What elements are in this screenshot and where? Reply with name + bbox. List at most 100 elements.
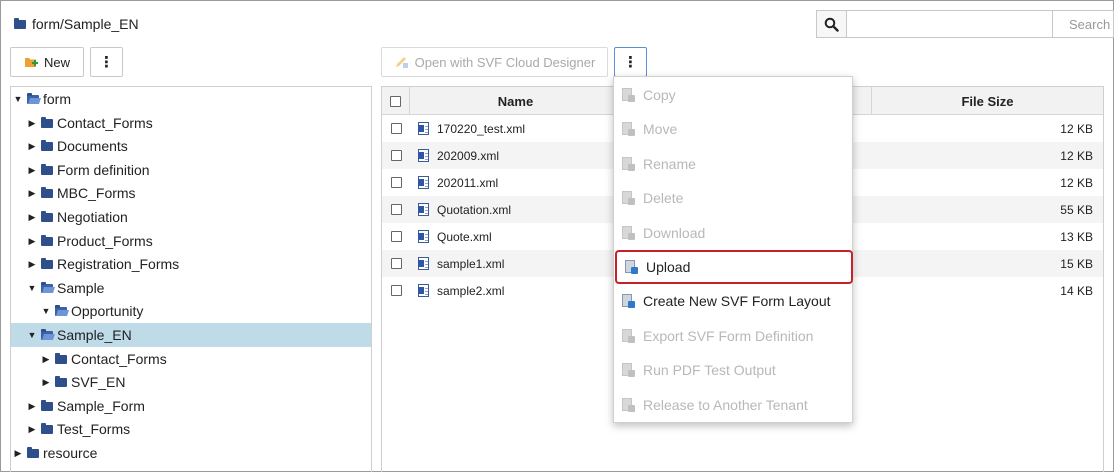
tree-item[interactable]: ▶ Sample_Form bbox=[11, 394, 371, 418]
tree-item[interactable]: ▶ Registration_Forms bbox=[11, 252, 371, 276]
collapsed-arrow-icon[interactable]: ▶ bbox=[13, 448, 23, 459]
file-name[interactable]: Quotation.xml bbox=[437, 203, 511, 217]
open-with-designer-button[interactable]: Open with SVF Cloud Designer bbox=[381, 47, 608, 77]
tree-item[interactable]: ▶ MBC_Forms bbox=[11, 181, 371, 205]
row-checkbox[interactable] bbox=[390, 258, 402, 269]
tree-item[interactable]: ▶ Documents bbox=[11, 134, 371, 158]
menu-item-label: Copy bbox=[643, 87, 676, 103]
search-submit-button[interactable]: Search bbox=[1052, 10, 1114, 38]
collapsed-arrow-icon[interactable]: ▶ bbox=[27, 165, 37, 176]
tree-item[interactable]: ▼ Opportunity bbox=[11, 299, 371, 323]
select-all-checkbox[interactable] bbox=[390, 95, 401, 107]
tree-item[interactable]: ▶ Contact_Forms bbox=[11, 347, 371, 371]
file-name[interactable]: sample2.xml bbox=[437, 284, 504, 298]
tree-item[interactable]: ▶ Contact_Forms bbox=[11, 111, 371, 135]
icon-overlay bbox=[628, 335, 635, 343]
file-name[interactable]: 202009.xml bbox=[437, 149, 499, 163]
row-checkbox[interactable] bbox=[390, 123, 402, 134]
menu-item-create-new-svf-form-layout[interactable]: Create New SVF Form Layout bbox=[614, 284, 852, 318]
icon-overlay bbox=[628, 129, 635, 137]
row-checkbox[interactable] bbox=[390, 150, 402, 161]
collapsed-arrow-icon[interactable]: ▶ bbox=[41, 354, 51, 365]
menu-item-release-to-another-tenant[interactable]: Release to Another Tenant bbox=[614, 388, 852, 422]
row-checkbox[interactable] bbox=[390, 285, 402, 296]
upload-icon bbox=[624, 260, 638, 274]
tree-item[interactable]: ▼ Sample_EN bbox=[11, 323, 371, 347]
collapsed-arrow-icon[interactable]: ▶ bbox=[27, 259, 37, 270]
icon-overlay bbox=[628, 198, 635, 206]
menu-item-export-svf-form-definition[interactable]: Export SVF Form Definition bbox=[614, 319, 852, 353]
new-folder-icon bbox=[24, 58, 38, 67]
collapsed-arrow-icon[interactable]: ▶ bbox=[27, 212, 37, 223]
folder-icon bbox=[41, 164, 53, 175]
file-name-cell: 170220_test.xml bbox=[418, 115, 525, 142]
folder-icon bbox=[14, 18, 26, 29]
menu-item-label: Release to Another Tenant bbox=[643, 396, 808, 413]
file-name[interactable]: Quote.xml bbox=[437, 230, 492, 244]
menu-item-run-pdf-test-output[interactable]: Run PDF Test Output bbox=[614, 353, 852, 387]
collapsed-arrow-icon[interactable]: ▶ bbox=[27, 401, 37, 412]
collapsed-arrow-icon[interactable]: ▶ bbox=[27, 188, 37, 199]
tree-item-label: Sample bbox=[57, 280, 105, 296]
icon-overlay bbox=[628, 301, 635, 309]
collapsed-arrow-icon[interactable]: ▶ bbox=[41, 377, 51, 388]
collapsed-arrow-icon[interactable]: ▶ bbox=[27, 236, 37, 247]
file-name[interactable]: 170220_test.xml bbox=[437, 122, 525, 136]
folder-icon bbox=[41, 258, 53, 269]
row-checkbox[interactable] bbox=[390, 231, 402, 242]
collapsed-arrow-icon[interactable]: ▶ bbox=[27, 118, 37, 129]
icon-overlay bbox=[628, 404, 635, 412]
expanded-arrow-icon[interactable]: ▼ bbox=[27, 330, 37, 340]
menu-item-rename[interactable]: Rename bbox=[614, 147, 852, 181]
menu-item-label: Export SVF Form Definition bbox=[643, 327, 814, 344]
more-vertical-icon: ⋮ bbox=[623, 53, 638, 71]
breadcrumb: form/Sample_EN bbox=[14, 16, 139, 32]
xml-file-icon bbox=[418, 284, 429, 297]
xml-file-icon bbox=[418, 203, 429, 216]
row-checkbox[interactable] bbox=[390, 204, 402, 215]
tree-item-label: Opportunity bbox=[71, 303, 144, 319]
icon-overlay bbox=[628, 95, 635, 102]
column-header-file-size[interactable]: File Size bbox=[872, 87, 1103, 115]
tree-item[interactable]: ▼ Sample bbox=[11, 276, 371, 300]
tree-item[interactable]: ▼ form bbox=[11, 87, 371, 111]
menu-item-upload[interactable]: Upload bbox=[615, 250, 853, 284]
tree-item-label: Contact_Forms bbox=[57, 115, 153, 131]
file-name[interactable]: 202011.xml bbox=[437, 176, 498, 190]
tree-item-label: form bbox=[43, 91, 71, 107]
expanded-arrow-icon[interactable]: ▼ bbox=[13, 94, 23, 104]
row-check-cell bbox=[382, 250, 410, 277]
menu-item-download[interactable]: Download bbox=[614, 216, 852, 250]
search-input[interactable] bbox=[846, 10, 1053, 38]
folder-icon bbox=[55, 353, 67, 364]
icon-overlay bbox=[628, 232, 635, 240]
tree-item-label: Form definition bbox=[57, 162, 150, 178]
file-name-cell: Quotation.xml bbox=[418, 196, 511, 223]
tree-more-button[interactable]: ⋮ bbox=[90, 47, 123, 77]
tree-item[interactable]: ▶ Negotiation bbox=[11, 205, 371, 229]
xml-file-icon bbox=[418, 149, 429, 162]
menu-item-copy[interactable]: Copy bbox=[614, 78, 852, 112]
menu-item-delete[interactable]: Delete bbox=[614, 181, 852, 215]
tree-item[interactable]: ▶ Test_Forms bbox=[11, 417, 371, 441]
search-button[interactable] bbox=[816, 10, 847, 38]
folder-icon bbox=[41, 117, 53, 128]
menu-item-move[interactable]: Move bbox=[614, 112, 852, 146]
file-name[interactable]: sample1.xml bbox=[437, 257, 504, 271]
row-checkbox[interactable] bbox=[390, 177, 402, 188]
new-button[interactable]: New bbox=[10, 47, 84, 77]
tree-item[interactable]: ▶ SVF_EN bbox=[11, 370, 371, 394]
tree-item[interactable]: ▶ Form definition bbox=[11, 158, 371, 182]
menu-item-label: Create New SVF Form Layout bbox=[643, 293, 831, 310]
tree-item[interactable]: ▶ Product_Forms bbox=[11, 229, 371, 253]
tree-item-label: resource bbox=[43, 445, 98, 461]
icon-overlay bbox=[631, 267, 638, 274]
folder-icon bbox=[41, 187, 53, 198]
collapsed-arrow-icon[interactable]: ▶ bbox=[27, 141, 37, 152]
tree-item[interactable]: ▶ resource bbox=[11, 441, 371, 465]
collapsed-arrow-icon[interactable]: ▶ bbox=[27, 424, 37, 435]
expanded-arrow-icon[interactable]: ▼ bbox=[27, 283, 37, 293]
row-check-cell bbox=[382, 169, 410, 196]
expanded-arrow-icon[interactable]: ▼ bbox=[41, 306, 51, 316]
file-actions-button[interactable]: ⋮ bbox=[614, 47, 647, 77]
